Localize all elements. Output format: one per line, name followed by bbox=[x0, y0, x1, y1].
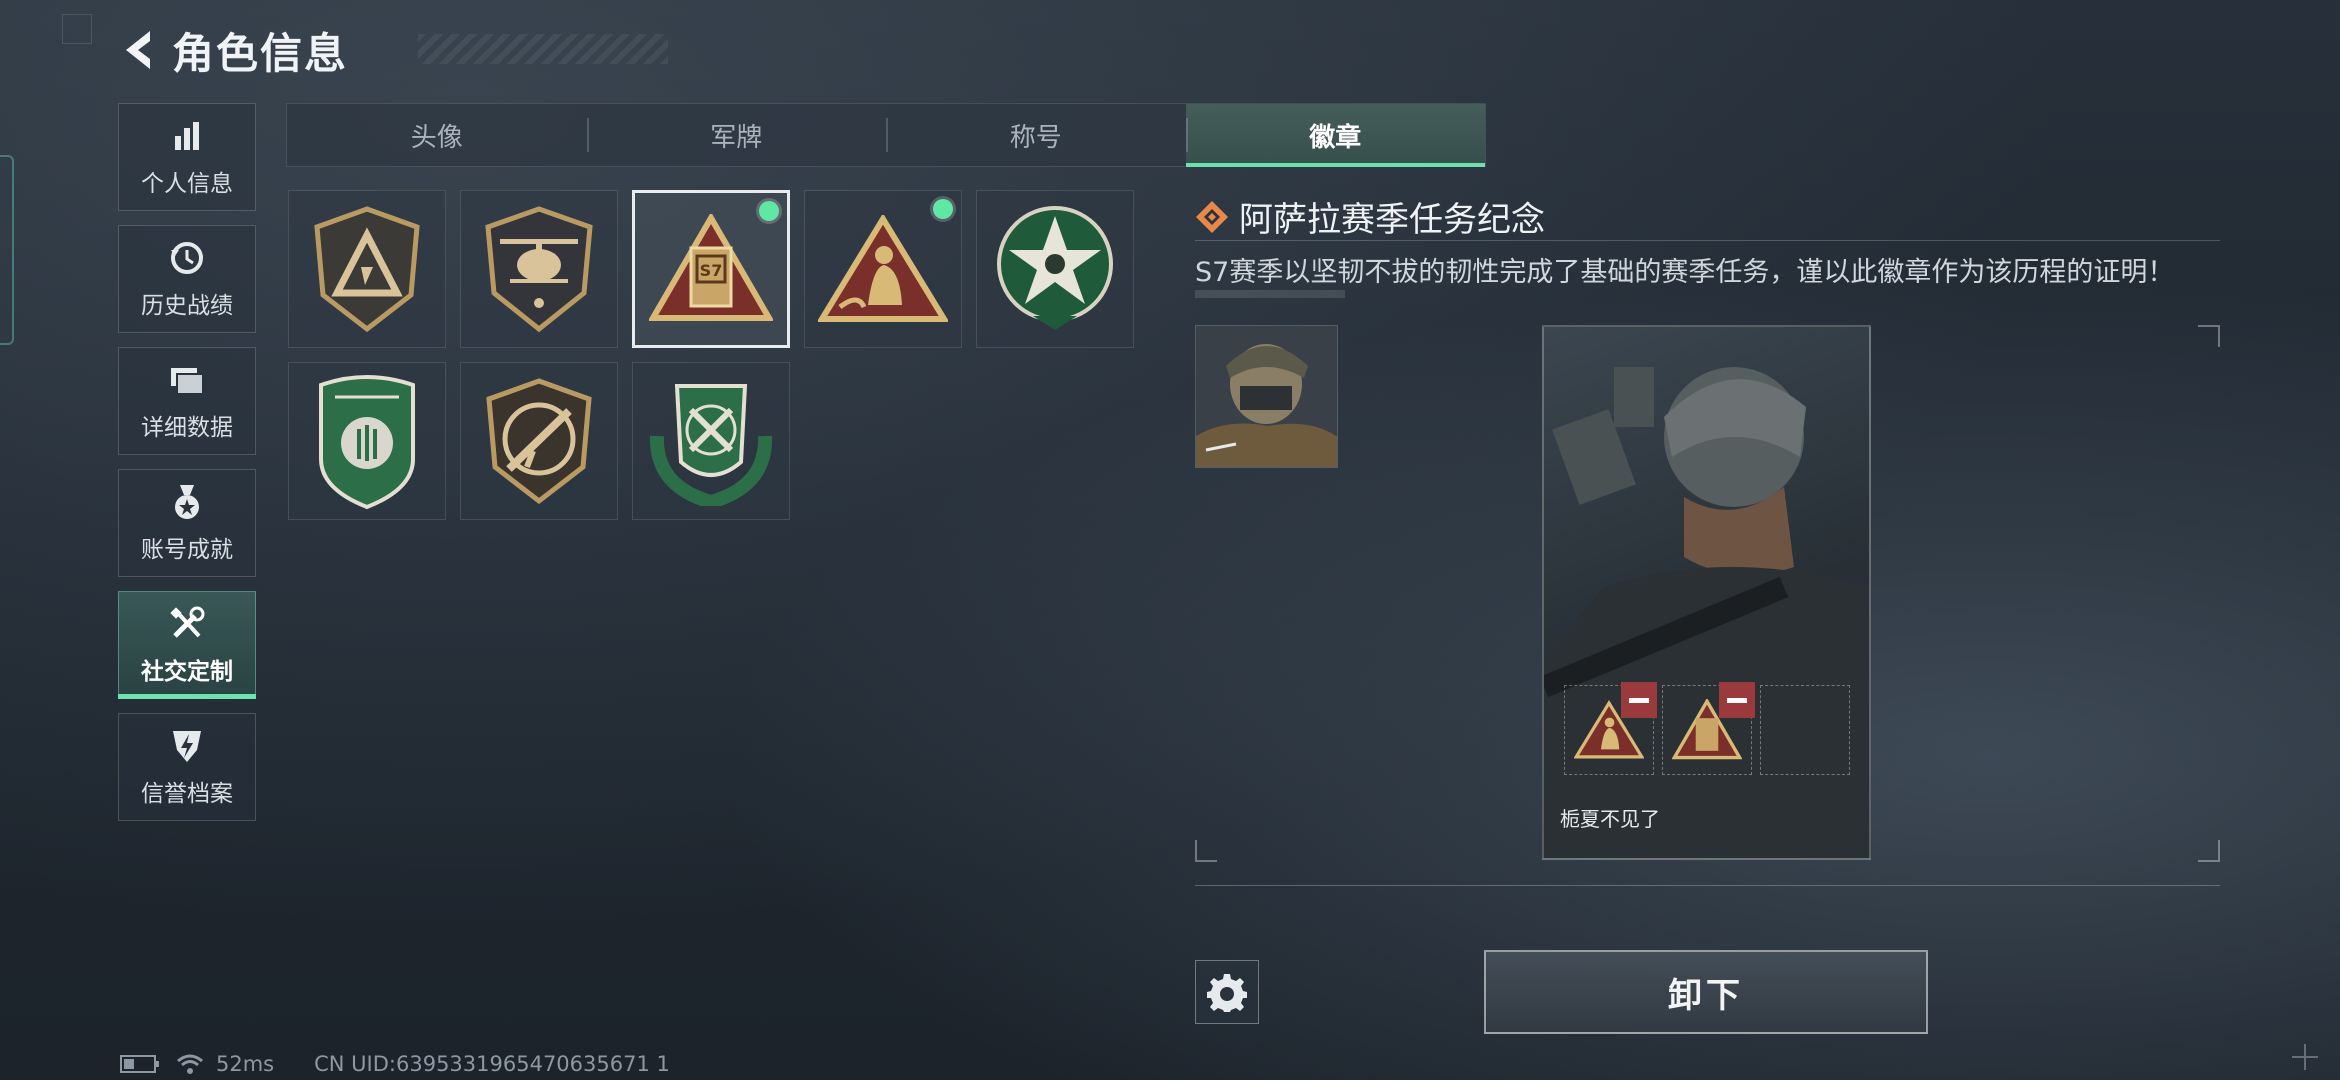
latency-text: 52ms bbox=[216, 1052, 275, 1076]
battery-icon bbox=[120, 1055, 159, 1073]
wifi-icon bbox=[177, 1054, 203, 1074]
remove-badge-button[interactable] bbox=[1621, 682, 1657, 718]
shield-triangle-badge-icon bbox=[314, 206, 420, 333]
bar-chart-icon bbox=[167, 116, 207, 156]
page-title: 角色信息 bbox=[172, 28, 349, 78]
description-decoration bbox=[1195, 290, 1345, 298]
tab-dog-tag[interactable]: 军牌 bbox=[586, 104, 887, 166]
unequip-button[interactable]: 卸下 bbox=[1484, 950, 1928, 1034]
uid-text: CN UID:6395331965470635671 1 bbox=[314, 1052, 670, 1076]
equipped-indicator bbox=[759, 201, 779, 221]
badge-slot-shield-triangle[interactable] bbox=[288, 190, 446, 348]
sidebar-item-credit-profile[interactable]: 信誉档案 bbox=[118, 713, 256, 821]
sidebar-item-label: 社交定制 bbox=[141, 659, 233, 685]
divider bbox=[1195, 885, 2220, 886]
side-drawer-handle[interactable] bbox=[0, 155, 14, 345]
rifle-badge-icon bbox=[486, 378, 592, 505]
soldier-artwork bbox=[1544, 367, 1869, 858]
badge-slot-green-shield[interactable] bbox=[288, 362, 446, 520]
sidebar-item-label: 详细数据 bbox=[141, 415, 233, 441]
tab-title[interactable]: 称号 bbox=[886, 104, 1186, 166]
corner-decoration bbox=[62, 14, 92, 44]
status-bar: 52ms CN UID:6395331965470635671 1 bbox=[120, 1052, 670, 1076]
sidebar-item-social-custom[interactable]: 社交定制 bbox=[118, 591, 256, 699]
green-crossed-badge-icon bbox=[649, 384, 773, 506]
green-shield-badge-icon bbox=[319, 375, 415, 510]
settings-button[interactable] bbox=[1195, 960, 1259, 1024]
badge-slot-green-star[interactable] bbox=[976, 190, 1134, 348]
equipped-badge-slot-3-empty[interactable] bbox=[1760, 685, 1850, 775]
frame-corner bbox=[2198, 840, 2220, 862]
medal-icon bbox=[167, 482, 207, 522]
badge-detail-title: 阿萨拉赛季任务纪念 bbox=[1195, 192, 1545, 241]
badge-slot-statue[interactable] bbox=[804, 190, 962, 348]
sidebar-item-label: 个人信息 bbox=[141, 171, 233, 197]
remove-badge-button[interactable] bbox=[1719, 682, 1755, 718]
page-header: 角色信息 bbox=[118, 22, 668, 78]
equipped-indicator bbox=[933, 199, 953, 219]
tab-badge[interactable]: 徽章 bbox=[1185, 104, 1485, 167]
badge-description: S7赛季以坚韧不拔的韧性完成了基础的赛季任务，谨以此徽章作为该历程的证明！ bbox=[1195, 257, 2175, 288]
svg-text:S7: S7 bbox=[700, 261, 723, 280]
plus-decoration-icon bbox=[2292, 1044, 2318, 1070]
gear-icon bbox=[1207, 974, 1247, 1012]
equipped-badge-slot-1[interactable] bbox=[1564, 682, 1657, 775]
s7-badge-icon: S7 bbox=[649, 214, 773, 321]
badge-name: 阿萨拉赛季任务纪念 bbox=[1239, 200, 1545, 240]
frame-corner bbox=[1195, 840, 1217, 862]
sidebar: 个人信息 历史战绩 详细数据 账号成就 社交定制 信誉档案 bbox=[118, 103, 256, 835]
sidebar-item-personal-info[interactable]: 个人信息 bbox=[118, 103, 256, 211]
sidebar-item-label: 信誉档案 bbox=[141, 781, 233, 807]
sidebar-item-label: 历史战绩 bbox=[141, 293, 233, 319]
sidebar-item-history[interactable]: 历史战绩 bbox=[118, 225, 256, 333]
badge-slot-helicopter[interactable] bbox=[460, 190, 618, 348]
title-decoration bbox=[418, 34, 668, 64]
diamond-icon bbox=[1196, 200, 1228, 233]
shield-bolt-icon bbox=[167, 726, 207, 766]
tab-avatar[interactable]: 头像 bbox=[287, 104, 587, 166]
player-card: 栀夏不见了 bbox=[1542, 325, 1871, 860]
folder-icon bbox=[167, 360, 207, 400]
tab-bar: 头像 军牌 称号 徽章 bbox=[286, 103, 1486, 167]
history-icon bbox=[167, 238, 207, 278]
sidebar-item-detail-data[interactable]: 详细数据 bbox=[118, 347, 256, 455]
back-arrow-icon[interactable] bbox=[118, 25, 162, 75]
frame-corner bbox=[2198, 325, 2220, 347]
equipped-badge-slot-2[interactable] bbox=[1662, 682, 1755, 775]
sidebar-item-achievements[interactable]: 账号成就 bbox=[118, 469, 256, 577]
badge-slot-rifle[interactable] bbox=[460, 362, 618, 520]
badge-slot-s7[interactable]: S7 bbox=[632, 190, 790, 348]
player-name: 栀夏不见了 bbox=[1560, 807, 1660, 831]
sidebar-item-label: 账号成就 bbox=[141, 537, 233, 563]
badge-slot-green-crossed[interactable] bbox=[632, 362, 790, 520]
player-avatar[interactable] bbox=[1195, 325, 1338, 468]
divider bbox=[1195, 240, 2220, 241]
tools-icon bbox=[167, 604, 207, 644]
helicopter-badge-icon bbox=[485, 206, 593, 333]
green-star-badge-icon bbox=[997, 206, 1113, 330]
statue-badge-icon bbox=[818, 215, 948, 322]
